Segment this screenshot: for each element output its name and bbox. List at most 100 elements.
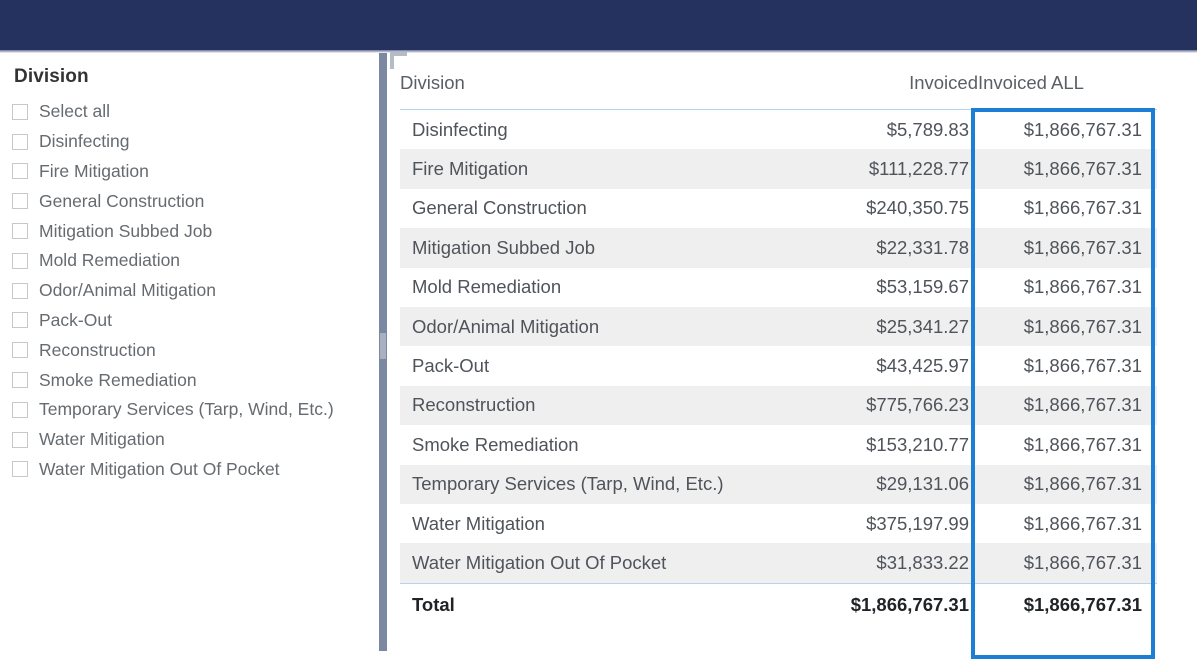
slicer-item-label: Disinfecting bbox=[39, 131, 130, 152]
slicer-table-divider bbox=[378, 53, 388, 651]
row-invoiced: $29,131.06 bbox=[800, 464, 978, 504]
row-invoiced: $43,425.97 bbox=[800, 346, 978, 386]
slicer-title: Division bbox=[14, 66, 89, 87]
checkbox-icon[interactable] bbox=[12, 103, 28, 120]
table-row[interactable]: Odor/Animal Mitigation $25,341.27 $1,866,7… bbox=[400, 306, 1157, 347]
slicer-item-label: Water Mitigation bbox=[39, 429, 165, 450]
row-division: Mold Remediation bbox=[400, 267, 800, 307]
slicer-item[interactable]: Reconstruction bbox=[12, 335, 372, 365]
row-invoiced: $375,197.99 bbox=[800, 503, 978, 544]
row-invoiced: $111,228.77 bbox=[800, 149, 978, 189]
row-invoiced-all: $1,866,767.31 bbox=[978, 267, 1157, 307]
row-invoiced: $53,159.67 bbox=[800, 267, 978, 307]
row-division: Disinfecting bbox=[400, 109, 800, 150]
checkbox-icon[interactable] bbox=[12, 282, 28, 299]
row-division: Water Mitigation Out Of Pocket bbox=[400, 543, 800, 584]
slicer-item[interactable]: Select all bbox=[12, 97, 372, 127]
slicer-item-label: Water Mitigation Out Of Pocket bbox=[39, 458, 280, 479]
row-invoiced-all: $1,866,767.31 bbox=[978, 149, 1157, 189]
table-row[interactable]: Fire Mitigation $111,228.77 $1,866,767.31 bbox=[400, 149, 1157, 189]
row-invoiced: $240,350.75 bbox=[800, 188, 978, 229]
app-top-bar bbox=[0, 0, 1197, 50]
slicer-item[interactable]: General Construction bbox=[12, 186, 372, 216]
row-invoiced-all: $1,866,767.31 bbox=[978, 306, 1157, 347]
row-invoiced-all: $1,866,767.31 bbox=[978, 385, 1157, 426]
slicer-item-label: Mold Remediation bbox=[39, 250, 181, 271]
slicer-item[interactable]: Temporary Services (Tarp, Wind, Etc.) bbox=[12, 395, 372, 425]
invoiced-table-visual: Division Invoiced Invoiced ALL Disinfect… bbox=[390, 52, 1157, 651]
table-row[interactable]: Pack-Out $43,425.97 $1,866,767.31 bbox=[400, 346, 1157, 386]
invoiced-table: Division Invoiced Invoiced ALL Disinfect… bbox=[400, 57, 1157, 626]
row-division: Pack-Out bbox=[400, 346, 800, 386]
total-label: Total bbox=[400, 582, 800, 626]
row-invoiced-all: $1,866,767.31 bbox=[978, 188, 1157, 229]
slicer-item-label: Odor/Animal Mitigation bbox=[39, 280, 217, 301]
table-row[interactable]: Water Mitigation $375,197.99 $1,866,767.31 bbox=[400, 503, 1157, 544]
slicer-item-label: Pack-Out bbox=[39, 309, 112, 330]
table-header-row: Division Invoiced Invoiced ALL bbox=[400, 57, 1157, 110]
slicer-item-label: Fire Mitigation bbox=[39, 160, 149, 181]
table-row[interactable]: Disinfecting $5,789.83 $1,866,767.31 bbox=[400, 109, 1157, 150]
table-row[interactable]: Water Mitigation Out Of Pocket $31,833.22… bbox=[400, 543, 1157, 584]
slicer-item-label: Smoke Remediation bbox=[39, 369, 197, 390]
checkbox-icon[interactable] bbox=[12, 342, 28, 359]
table-total-row: Total $1,866,767.31 $1,866,767.31 bbox=[400, 582, 1157, 626]
column-header-invoiced[interactable]: Invoiced bbox=[800, 57, 978, 110]
row-division: Smoke Remediation bbox=[400, 425, 800, 465]
table-row[interactable]: Smoke Remediation $153,210.77 $1,866,767.3… bbox=[400, 425, 1157, 465]
row-division: Reconstruction bbox=[400, 385, 800, 426]
row-division: Temporary Services (Tarp, Wind, Etc.) bbox=[400, 464, 800, 504]
row-division: Fire Mitigation bbox=[400, 149, 800, 189]
table-header: Division Invoiced Invoiced ALL bbox=[400, 57, 1157, 110]
table-row[interactable]: Mold Remediation $53,159.67 $1,866,767.31 bbox=[400, 267, 1157, 307]
row-invoiced-all: $1,866,767.31 bbox=[978, 464, 1157, 504]
slicer-item[interactable]: Pack-Out bbox=[12, 306, 372, 336]
division-slicer: Division Select all Disinfecting Fire Miti… bbox=[0, 53, 378, 651]
total-invoiced-all: $1,866,767.31 bbox=[978, 582, 1157, 626]
table-row[interactable]: General Construction $240,350.75 $1,866,76… bbox=[400, 188, 1157, 229]
table-row[interactable]: Reconstruction $775,766.23 $1,866,767.31 bbox=[400, 385, 1157, 426]
checkbox-icon[interactable] bbox=[12, 461, 28, 478]
row-invoiced: $22,331.78 bbox=[800, 228, 978, 268]
checkbox-icon[interactable] bbox=[12, 193, 28, 210]
checkbox-icon[interactable] bbox=[12, 163, 28, 180]
slicer-item[interactable]: Water Mitigation Out Of Pocket bbox=[12, 455, 372, 485]
slicer-item[interactable]: Disinfecting bbox=[12, 127, 372, 157]
row-invoiced-all: $1,866,767.31 bbox=[978, 543, 1157, 584]
vertical-scrollbar-thumb[interactable] bbox=[380, 333, 386, 359]
table-row[interactable]: Temporary Services (Tarp, Wind, Etc.) $29… bbox=[400, 464, 1157, 504]
row-invoiced-all: $1,866,767.31 bbox=[978, 228, 1157, 268]
row-invoiced: $775,766.23 bbox=[800, 385, 978, 426]
checkbox-icon[interactable] bbox=[12, 431, 28, 448]
slicer-item[interactable]: Mold Remediation bbox=[12, 246, 372, 276]
slicer-item-label: Select all bbox=[39, 101, 111, 122]
column-header-division[interactable]: Division bbox=[400, 57, 800, 110]
checkbox-icon[interactable] bbox=[12, 312, 28, 329]
row-division: Water Mitigation bbox=[400, 503, 800, 544]
table-footer: Total $1,866,767.31 $1,866,767.31 bbox=[400, 582, 1157, 626]
row-invoiced-all: $1,866,767.31 bbox=[978, 503, 1157, 544]
slicer-item[interactable]: Smoke Remediation bbox=[12, 365, 372, 395]
row-division: Mitigation Subbed Job bbox=[400, 228, 800, 268]
slicer-item[interactable]: Odor/Animal Mitigation bbox=[12, 276, 372, 306]
slicer-item[interactable]: Mitigation Subbed Job bbox=[12, 216, 372, 246]
slicer-item[interactable]: Fire Mitigation bbox=[12, 157, 372, 187]
total-invoiced: $1,866,767.31 bbox=[800, 582, 978, 626]
report-canvas: Division Select all Disinfecting Fire Miti… bbox=[0, 52, 1197, 659]
checkbox-icon[interactable] bbox=[12, 223, 28, 240]
row-division: General Construction bbox=[400, 188, 800, 229]
row-invoiced: $153,210.77 bbox=[800, 425, 978, 465]
row-invoiced-all: $1,866,767.31 bbox=[978, 346, 1157, 386]
checkbox-icon[interactable] bbox=[12, 252, 28, 269]
table-row[interactable]: Mitigation Subbed Job $22,331.78 $1,866,76… bbox=[400, 228, 1157, 268]
checkbox-icon[interactable] bbox=[12, 133, 28, 150]
slicer-item[interactable]: Water Mitigation bbox=[12, 425, 372, 455]
row-invoiced: $5,789.83 bbox=[800, 109, 978, 150]
column-header-invoiced-all[interactable]: Invoiced ALL bbox=[978, 57, 1157, 110]
slicer-item-label: Reconstruction bbox=[39, 339, 156, 360]
checkbox-icon[interactable] bbox=[12, 401, 28, 418]
slicer-item-label: Mitigation Subbed Job bbox=[39, 220, 213, 241]
slicer-item-label: General Construction bbox=[39, 190, 205, 211]
checkbox-icon[interactable] bbox=[12, 372, 28, 389]
slicer-item-label: Temporary Services (Tarp, Wind, Etc.) bbox=[39, 399, 334, 420]
